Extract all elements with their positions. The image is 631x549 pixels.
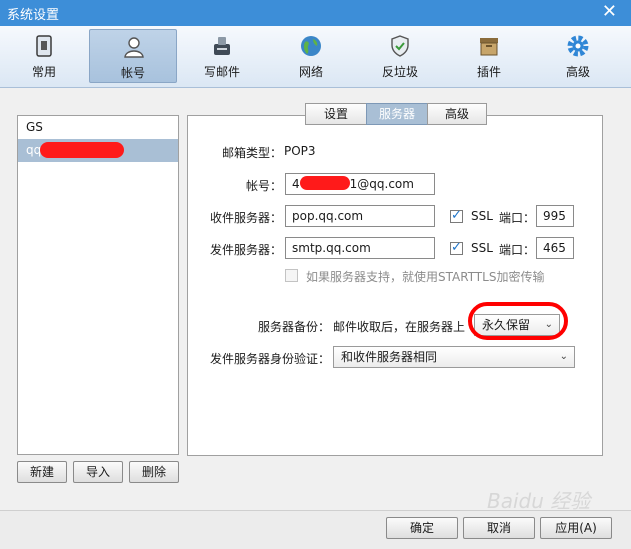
outgoing-auth-select[interactable]: 和收件服务器相同 ⌄	[333, 346, 575, 368]
account-list: GS qq(1)	[17, 115, 179, 455]
redaction-mark	[40, 142, 124, 158]
shield-icon	[391, 35, 409, 57]
tool-label: 网络	[298, 65, 323, 79]
incoming-server-label: 收件服务器：	[209, 211, 282, 225]
tool-plugins[interactable]: 插件	[445, 29, 533, 83]
plugin-box-icon	[480, 38, 498, 56]
title-bar: 系统设置 ✕	[0, 0, 631, 26]
tab-settings[interactable]: 设置	[305, 103, 367, 125]
tool-label: 写邮件	[203, 65, 240, 79]
tool-network[interactable]: 网络	[267, 29, 355, 83]
server-backup-label: 服务器备份：	[257, 320, 330, 334]
incoming-port-field[interactable]: 995	[536, 205, 574, 227]
chevron-down-icon: ⌄	[559, 351, 568, 362]
compose-icon	[214, 37, 230, 55]
account-suffix: 1@qq.com	[349, 177, 414, 191]
gear-icon	[567, 35, 589, 57]
server-settings-panel	[187, 115, 603, 456]
tool-compose[interactable]: 写邮件	[178, 29, 266, 83]
outgoing-server-field[interactable]: smtp.qq.com	[285, 237, 435, 259]
outgoing-ssl-label: SSL	[471, 241, 493, 255]
server-backup-select[interactable]: 永久保留 ⌄	[474, 314, 560, 336]
user-icon	[124, 37, 144, 58]
account-field[interactable]: 4 1@qq.com	[285, 173, 435, 195]
window-title: 系统设置	[7, 8, 60, 23]
server-backup-value: 永久保留	[482, 318, 531, 332]
tool-account[interactable]: 帐号	[89, 29, 177, 83]
tool-label: 常用	[31, 65, 56, 79]
outgoing-port-label: 端口：	[499, 243, 536, 257]
mail-type-label: 邮箱类型：	[221, 146, 282, 160]
chevron-down-icon: ⌄	[544, 319, 553, 330]
apply-button[interactable]: 应用(A)	[540, 517, 612, 539]
redaction-mark	[299, 176, 350, 190]
new-account-button[interactable]: 新建	[17, 461, 67, 483]
tool-label: 反垃圾	[381, 65, 418, 79]
starttls-label: 如果服务器支持，就使用STARTTLS加密传输	[306, 270, 545, 284]
outgoing-server-label: 发件服务器：	[209, 243, 282, 257]
tool-label: 帐号	[120, 66, 145, 80]
tab-server[interactable]: 服务器	[366, 103, 428, 125]
import-account-button[interactable]: 导入	[73, 461, 123, 483]
mail-type-value: POP3	[284, 144, 316, 158]
incoming-ssl-checkbox[interactable]	[450, 208, 463, 223]
delete-account-button[interactable]: 删除	[129, 461, 179, 483]
incoming-ssl-label: SSL	[471, 209, 493, 223]
dialog-footer: 确定 取消 应用(A)	[0, 510, 631, 549]
ok-button[interactable]: 确定	[386, 517, 458, 539]
account-item-qq[interactable]: qq(1)	[18, 139, 178, 162]
outgoing-auth-value: 和收件服务器相同	[341, 350, 438, 364]
incoming-server-field[interactable]: pop.qq.com	[285, 205, 435, 227]
settings-toolbar: 常用 帐号 写邮件 网络 反垃圾 插件 高级	[0, 26, 631, 88]
account-prefix: 4	[292, 177, 300, 191]
close-icon[interactable]: ✕	[602, 2, 617, 22]
account-name: GS	[26, 120, 43, 134]
incoming-port-label: 端口：	[499, 211, 536, 225]
outgoing-ssl-checkbox[interactable]	[450, 240, 463, 255]
server-backup-desc: 邮件收取后，在服务器上	[333, 320, 466, 334]
cancel-button[interactable]: 取消	[463, 517, 535, 539]
general-icon	[36, 35, 52, 57]
outgoing-auth-label: 发件服务器身份验证：	[209, 352, 330, 366]
tab-advanced[interactable]: 高级	[427, 103, 487, 125]
account-label: 帐号：	[245, 179, 282, 193]
tool-general[interactable]: 常用	[0, 29, 88, 83]
tool-label: 插件	[476, 65, 501, 79]
account-item-gs[interactable]: GS	[18, 116, 178, 139]
settings-content: GS qq(1) 新建 导入 删除 设置 服务器 高级 邮箱类型： POP3 帐…	[0, 88, 631, 510]
globe-icon	[301, 36, 321, 56]
tool-antispam[interactable]: 反垃圾	[356, 29, 444, 83]
outgoing-port-field[interactable]: 465	[536, 237, 574, 259]
starttls-checkbox[interactable]	[285, 269, 298, 282]
tool-advanced[interactable]: 高级	[534, 29, 622, 83]
tool-label: 高级	[565, 65, 590, 79]
